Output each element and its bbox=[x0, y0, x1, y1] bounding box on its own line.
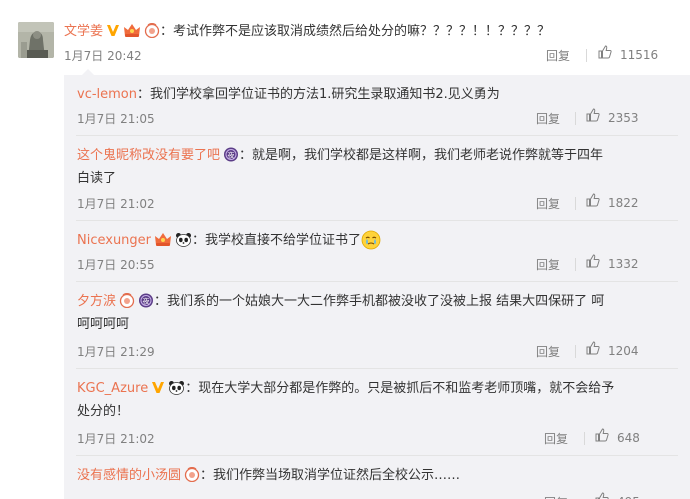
reply-item: 没有感情的小汤圆 ：我们作弊当场取消学位证然后全校公示…… 回复 495 bbox=[64, 456, 690, 499]
reply-item: Nicexunger ：我学校直接不给学位证书了 1月7日 20:55 回复 13… bbox=[64, 221, 690, 281]
reply-item: 这个鬼昵称改没有要了吧夜 ：就是啊，我们学校都是这样啊，我们老师老说作弊就等于四年… bbox=[64, 136, 690, 220]
reply-line: vc-lemon：我们学校拿回学位证书的方法1.研究生录取通知书2.见义勇为 bbox=[77, 83, 657, 106]
divider bbox=[586, 49, 587, 62]
divider bbox=[584, 432, 585, 445]
reply-text: ：现在大学大部分都是作弊的。只是被抓后不和监考老师顶嘴，就不会给予 bbox=[185, 381, 615, 396]
username-link[interactable]: Nicexunger bbox=[77, 233, 151, 248]
reply-text: ：我们学校拿回学位证书的方法1.研究生录取通知书2.见义勇为 bbox=[137, 87, 500, 102]
reply-text-continued: 呵呵呵呵 bbox=[77, 317, 130, 332]
like-button[interactable]: 495 bbox=[595, 492, 640, 499]
reply-line: KGC_Azure ：现在大学大部分都是作弊的。只是被抓后不和监考老师顶嘴，就不会… bbox=[77, 377, 657, 423]
reply-text-continued: 白读了 bbox=[77, 171, 117, 186]
reply-text: ：我们作弊当场取消学位证然后全校公示…… bbox=[200, 468, 461, 483]
panda-icon[interactable] bbox=[175, 232, 192, 247]
username-link[interactable]: 没有感情的小汤圆 bbox=[77, 468, 181, 483]
reply-time: 1月7日 21:02 bbox=[77, 197, 155, 211]
comment-time: 1月7日 20:42 bbox=[64, 49, 142, 63]
crying-face-emoji bbox=[361, 230, 381, 250]
like-count: 1822 bbox=[608, 196, 639, 210]
username-link[interactable]: 文学姜 bbox=[64, 24, 103, 39]
username-link[interactable]: 这个鬼昵称改没有要了吧 bbox=[77, 148, 220, 163]
reply-line: 这个鬼昵称改没有要了吧夜 ：就是啊，我们学校都是这样啊，我们老师老说作弊就等于四年… bbox=[77, 144, 657, 190]
avatar[interactable] bbox=[18, 22, 54, 58]
like-button[interactable]: 1332 bbox=[586, 254, 639, 273]
night-icon[interactable]: 夜 bbox=[138, 293, 154, 308]
reply-button[interactable]: 回复 bbox=[536, 110, 560, 127]
reply-line: Nicexunger ：我学校直接不给学位证书了 bbox=[77, 229, 657, 252]
thumbs-up-icon bbox=[586, 341, 600, 358]
svg-text:夜: 夜 bbox=[143, 297, 150, 306]
reply-time: 1月7日 21:05 bbox=[77, 112, 155, 126]
username-link[interactable]: 夕方涙 bbox=[77, 294, 116, 309]
main-comment-line: 文学姜 ：考试作弊不是应该取消成绩然后给处分的嘛？？？？！！？？？？ bbox=[64, 21, 550, 43]
reply-button[interactable]: 回复 bbox=[536, 195, 560, 212]
username-link[interactable]: KGC_Azure bbox=[77, 381, 148, 396]
main-comment: 文学姜 ：考试作弊不是应该取消成绩然后给处分的嘛？？？？！！？？？？ 1月7日 2… bbox=[0, 0, 690, 75]
thumbs-up-icon bbox=[595, 492, 609, 499]
username-link[interactable]: vc-lemon bbox=[77, 87, 137, 102]
reply-button[interactable]: 回复 bbox=[544, 494, 568, 499]
reply-time: 1月7日 20:55 bbox=[77, 258, 155, 272]
like-count: 1204 bbox=[608, 344, 639, 358]
reply-item: KGC_Azure ：现在大学大部分都是作弊的。只是被抓后不和监考老师顶嘴，就不会… bbox=[64, 369, 690, 455]
panda-icon[interactable] bbox=[168, 380, 185, 395]
like-count: 1332 bbox=[608, 257, 639, 271]
svg-text:夜: 夜 bbox=[228, 151, 235, 160]
like-count: 495 bbox=[617, 495, 640, 499]
reply-button[interactable]: 回复 bbox=[536, 343, 560, 360]
reply-item: vc-lemon：我们学校拿回学位证书的方法1.研究生录取通知书2.见义勇为 1… bbox=[64, 75, 690, 135]
reply-text: ：我学校直接不给学位证书了 bbox=[192, 233, 362, 248]
comment-thread: 文学姜 ：考试作弊不是应该取消成绩然后给处分的嘛？？？？！！？？？？ 1月7日 2… bbox=[0, 0, 690, 499]
crown-vip-icon[interactable] bbox=[123, 23, 141, 38]
reply-button[interactable]: 回复 bbox=[536, 256, 560, 273]
reply-time: 1月7日 21:02 bbox=[77, 432, 155, 446]
like-button[interactable]: 2353 bbox=[586, 108, 639, 127]
reply-line: 没有感情的小汤圆 ：我们作弊当场取消学位证然后全校公示…… bbox=[77, 464, 657, 487]
crown-vip-icon[interactable] bbox=[154, 232, 172, 247]
reply-text-continued: 处分的！ bbox=[77, 404, 130, 419]
like-count: 2353 bbox=[608, 111, 639, 125]
reply-button[interactable]: 回复 bbox=[544, 430, 568, 447]
reply-text: ：我们系的一个姑娘大一大二作弊手机都被没收了没被上报 结果大四保研了 呵 bbox=[154, 294, 605, 309]
reply-time: 1月7日 21:29 bbox=[77, 345, 155, 359]
comment-text: ：考试作弊不是应该取消成绩然后给处分的嘛？？？？！！？？？？ bbox=[160, 24, 551, 39]
divider bbox=[575, 345, 576, 358]
like-button[interactable]: 1822 bbox=[586, 193, 639, 212]
like-button[interactable]: 1204 bbox=[586, 341, 639, 360]
vip-level-icon[interactable] bbox=[119, 293, 135, 308]
divider bbox=[575, 197, 576, 210]
replies-panel: vc-lemon：我们学校拿回学位证书的方法1.研究生录取通知书2.见义勇为 1… bbox=[64, 69, 690, 499]
vip-level-icon[interactable] bbox=[184, 467, 200, 482]
like-count: 648 bbox=[617, 431, 640, 445]
like-button[interactable]: 648 bbox=[595, 428, 640, 447]
like-button[interactable]: 11516 bbox=[598, 45, 659, 64]
reply-line: 夕方涙 夜 ：我们系的一个姑娘大一大二作弊手机都被没收了没被上报 结果大四保研了 呵… bbox=[77, 290, 657, 336]
thumbs-up-icon bbox=[595, 428, 609, 445]
reply-item: 夕方涙 夜 ：我们系的一个姑娘大一大二作弊手机都被没收了没被上报 结果大四保研了 呵… bbox=[64, 282, 690, 368]
reply-button[interactable]: 回复 bbox=[546, 47, 570, 64]
divider bbox=[575, 112, 576, 125]
night-icon[interactable]: 夜 bbox=[223, 147, 239, 162]
thumbs-up-icon bbox=[598, 45, 612, 62]
thumbs-up-icon bbox=[586, 254, 600, 271]
thumbs-up-icon bbox=[586, 108, 600, 125]
divider bbox=[575, 258, 576, 271]
reply-text: ：就是啊，我们学校都是这样啊，我们老师老说作弊就等于四年 bbox=[239, 148, 604, 163]
vip-level-icon[interactable] bbox=[144, 23, 160, 38]
gold-v-icon[interactable] bbox=[151, 381, 165, 394]
like-count: 11516 bbox=[620, 48, 659, 62]
thumbs-up-icon bbox=[586, 193, 600, 210]
gold-v-icon[interactable] bbox=[106, 24, 120, 37]
